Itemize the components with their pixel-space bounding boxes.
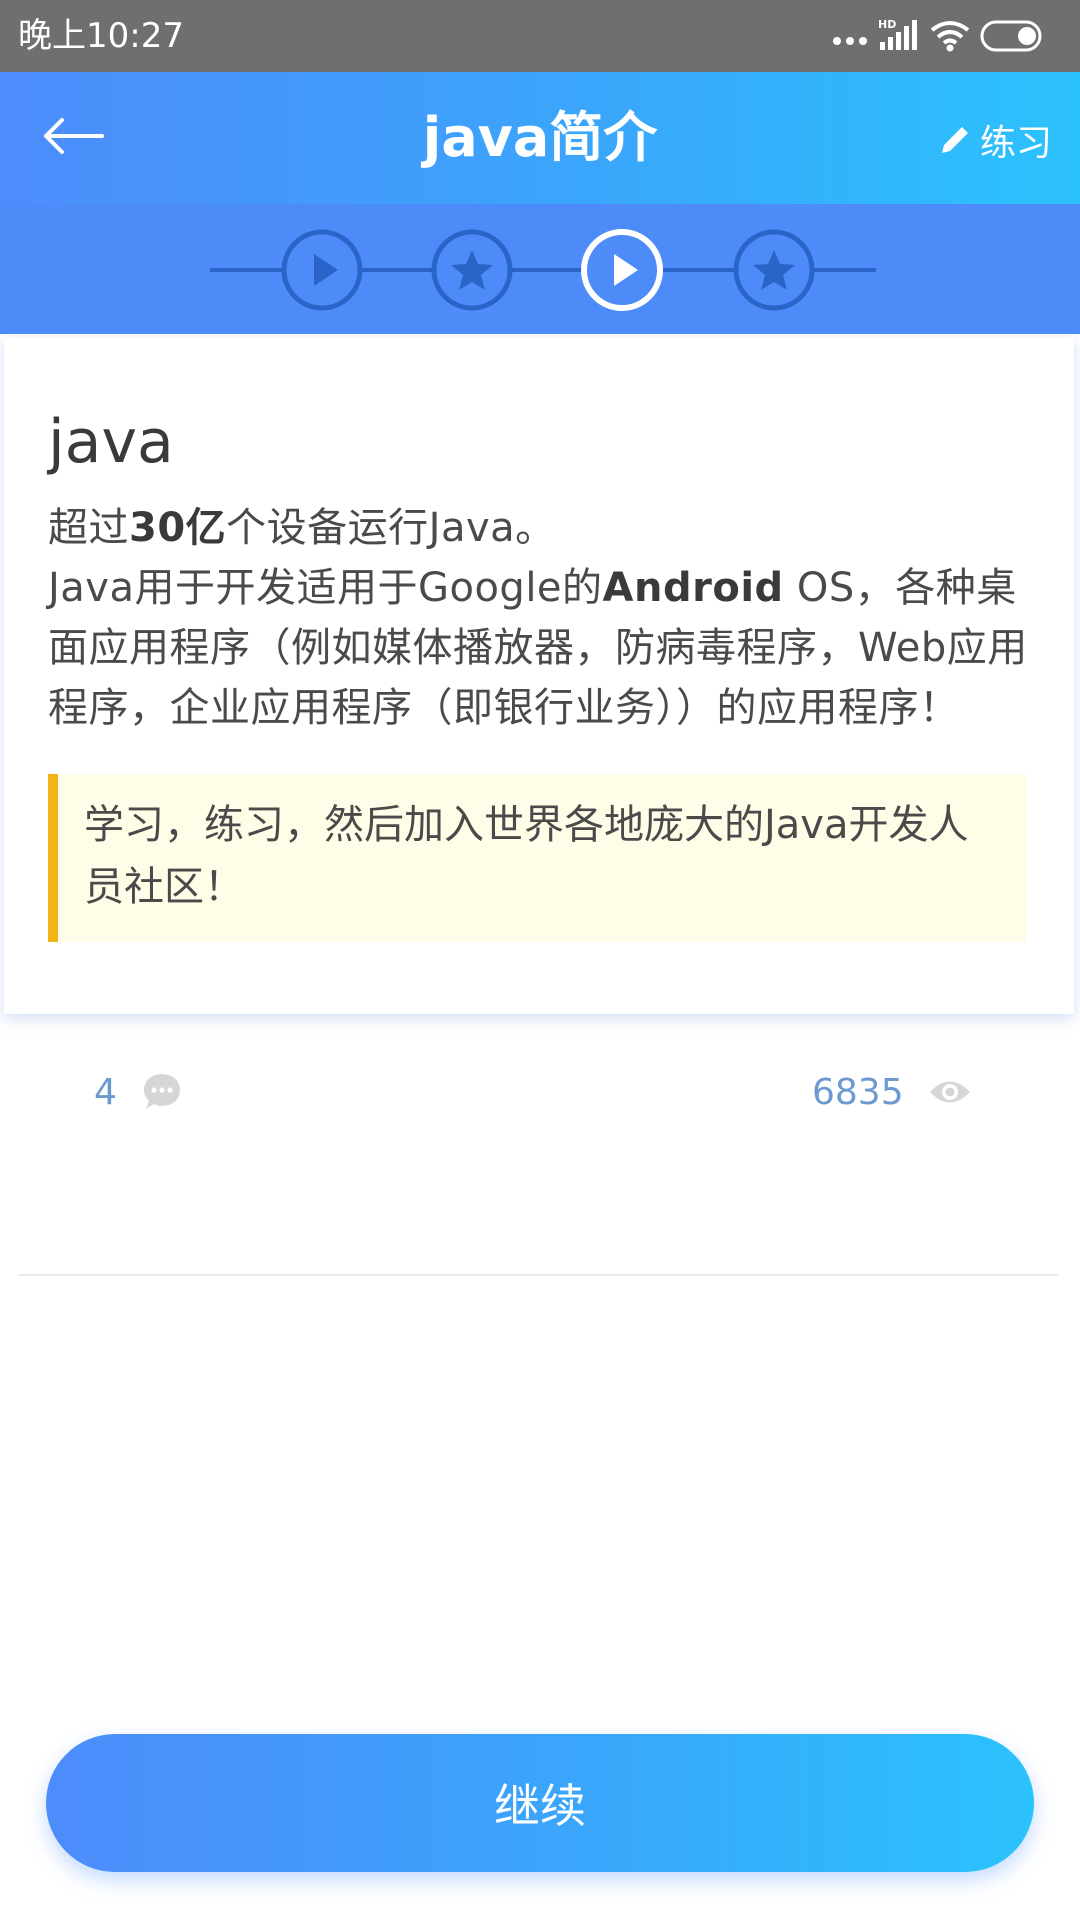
text-segment: 超过 — [48, 505, 129, 551]
pencil-icon — [941, 127, 968, 153]
practice-button[interactable]: 练习 — [938, 112, 1052, 168]
more-dots-icon — [833, 37, 867, 45]
step-4-star-icon[interactable] — [732, 228, 816, 312]
status-icons: HD — [832, 18, 1062, 58]
hd-signal-icon: HD — [878, 18, 917, 50]
steps-connector — [210, 268, 876, 272]
divider — [18, 1274, 1058, 1276]
continue-button[interactable]: 继续 — [46, 1734, 1034, 1872]
lesson-card: java 超过30亿个设备运行Java。 Java用于开发适用于Google的A… — [4, 338, 1074, 1014]
eye-icon — [929, 1081, 970, 1103]
comment-bubble-icon — [143, 1074, 180, 1109]
step-2-star-icon[interactable] — [430, 228, 514, 312]
tip-callout: 学习，练习，然后加入世界各地庞大的Java开发人员社区！ — [48, 774, 1026, 942]
comments-stat[interactable]: 4 — [94, 1064, 183, 1120]
views-stat: 6835 — [812, 1064, 972, 1120]
highlight-android: Android — [602, 565, 784, 611]
step-3-play-icon-current[interactable] — [580, 228, 664, 312]
step-1-play-icon[interactable] — [280, 228, 364, 312]
practice-label: 练习 — [979, 123, 1052, 164]
lesson-paragraph-1: 超过30亿个设备运行Java。 — [48, 498, 1038, 558]
text-segment: Java用于开发适用于Google的 — [48, 565, 603, 611]
lesson-steps — [0, 204, 1080, 334]
app-header: java简介 练习 — [0, 72, 1080, 204]
status-bar: 晚上10:27 HD — [0, 0, 1080, 72]
text-segment: 个设备运行Java。 — [226, 505, 556, 551]
hd-label: HD — [878, 18, 896, 31]
comment-count: 4 — [94, 1071, 117, 1113]
wifi-icon — [930, 21, 970, 52]
battery-icon — [980, 20, 1042, 52]
page-title: java简介 — [422, 106, 658, 169]
status-time: 晚上10:27 — [18, 16, 184, 56]
lesson-title: java — [48, 407, 174, 477]
highlight-number: 30亿 — [129, 505, 227, 551]
lesson-body: 超过30亿个设备运行Java。 Java用于开发适用于Google的Androi… — [48, 498, 1038, 738]
lesson-paragraph-2: Java用于开发适用于Google的Android OS，各种桌面应用程序（例如… — [48, 558, 1038, 738]
view-count: 6835 — [812, 1071, 904, 1113]
